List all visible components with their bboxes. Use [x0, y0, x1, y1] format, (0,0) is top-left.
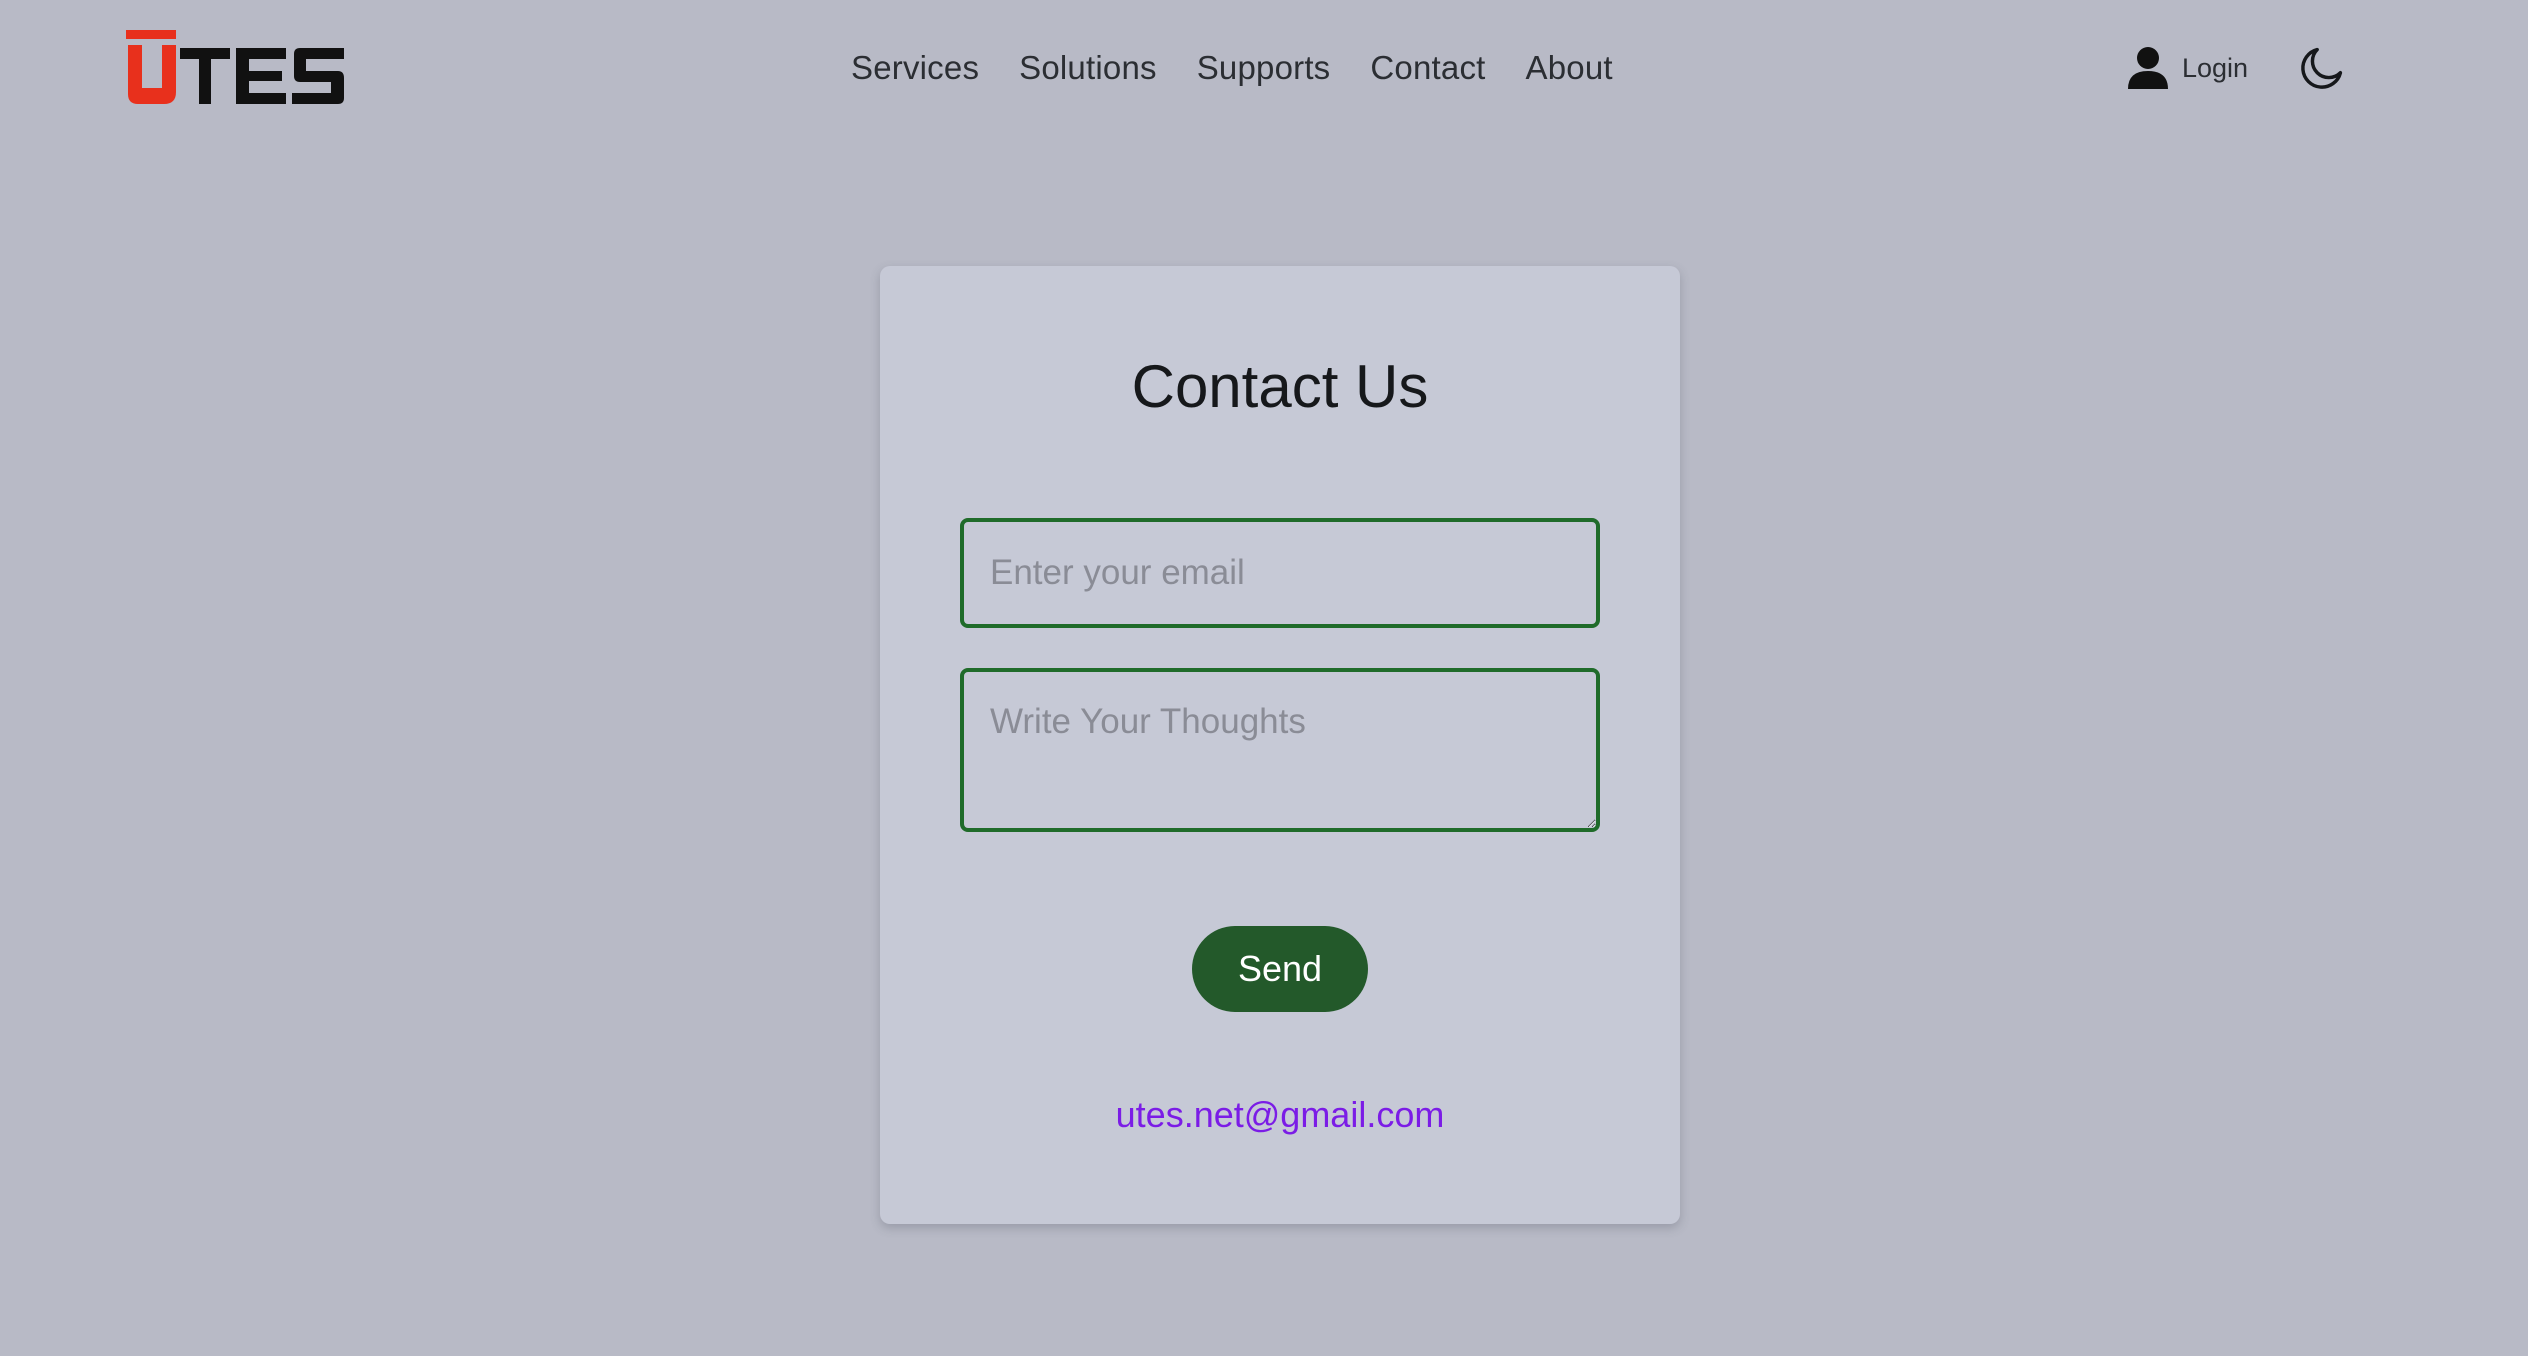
login-label: Login — [2182, 52, 2249, 83]
contact-title: Contact Us — [1131, 353, 1429, 420]
nav-link-about[interactable]: About — [1526, 49, 1613, 87]
contact-email-link[interactable]: utes.net@gmail.com — [880, 1094, 1680, 1136]
nav-link-contact[interactable]: Contact — [1370, 49, 1485, 87]
moon-icon — [2301, 47, 2343, 89]
login-button[interactable]: Login — [2126, 44, 2248, 92]
message-field[interactable] — [960, 668, 1600, 832]
nav-link-supports[interactable]: Supports — [1197, 49, 1331, 87]
main-nav: Services Solutions Supports Contact Abou… — [851, 44, 1613, 92]
nav-link-solutions[interactable]: Solutions — [1019, 49, 1157, 87]
email-field[interactable] — [960, 518, 1600, 628]
user-icon — [2128, 47, 2168, 89]
theme-toggle-button[interactable] — [2296, 42, 2348, 94]
send-button[interactable]: Send — [1192, 926, 1368, 1012]
contact-card: Contact Us Send utes.net@gmail.com — [880, 266, 1680, 1224]
nav-link-services[interactable]: Services — [851, 49, 979, 87]
utes-logo[interactable] — [126, 30, 346, 106]
